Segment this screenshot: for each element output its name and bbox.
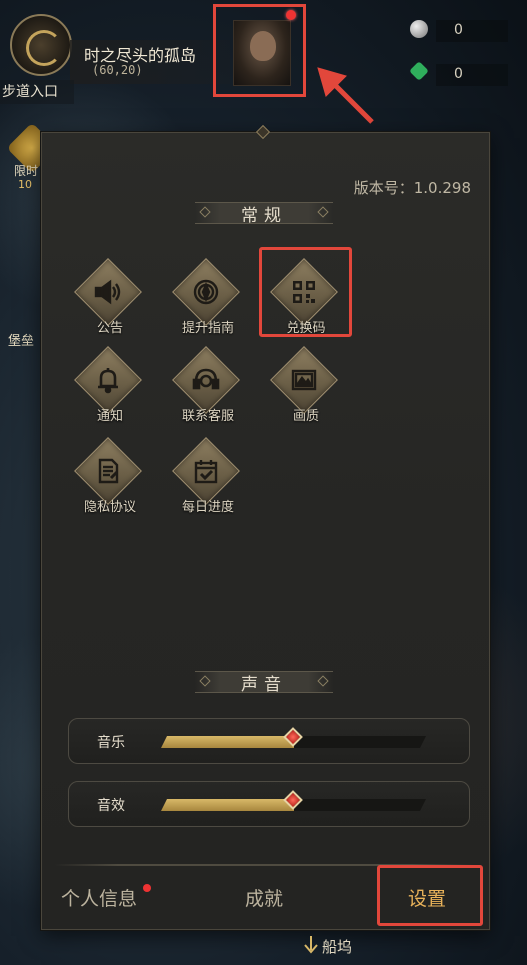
section-header-general: 常规: [195, 198, 333, 228]
compass-icon: [188, 274, 224, 310]
annotation-highlight-redeem: [259, 247, 352, 337]
tab-profile[interactable]: 个人信息: [61, 884, 137, 911]
sfx-slider-row: 音效: [68, 781, 470, 827]
profile-notification-dot: [143, 884, 151, 892]
sfx-slider-fill: [161, 799, 294, 811]
tab-achievements[interactable]: 成就: [245, 884, 283, 911]
announcement-label: 公告: [96, 321, 123, 336]
headset-icon: [188, 362, 224, 398]
annotation-highlight-settings: [377, 865, 483, 926]
guide-label: 提升指南: [181, 321, 234, 336]
guide-button[interactable]: 提升指南: [168, 258, 248, 342]
event-value: 10: [18, 178, 32, 191]
speaker-icon: [90, 274, 126, 310]
music-slider-fill: [161, 736, 294, 748]
daily-progress-label: 每日进度: [181, 500, 234, 515]
fort-label: 堡垒: [8, 334, 35, 349]
event-label: 限时: [14, 164, 39, 178]
section-title: 声音: [241, 675, 287, 695]
announcement-button[interactable]: 公告: [70, 258, 150, 342]
graphics-quality-button[interactable]: 画质: [266, 346, 346, 430]
daily-progress-button[interactable]: 每日进度: [168, 437, 248, 521]
image-icon: [286, 362, 322, 398]
document-icon: [90, 453, 126, 489]
notification-label: 通知: [96, 409, 123, 424]
graphics-quality-label: 画质: [292, 409, 319, 424]
sfx-label: 音效: [97, 798, 125, 814]
section-title: 常规: [241, 206, 287, 226]
privacy-policy-button[interactable]: 隐私协议: [70, 437, 150, 521]
music-slider-row: 音乐: [68, 718, 470, 764]
version-label: 版本号：1.0.298: [353, 179, 471, 197]
privacy-policy-label: 隐私协议: [83, 500, 136, 515]
bell-icon: [90, 362, 126, 398]
notification-button[interactable]: 通知: [70, 346, 150, 430]
section-header-sound: 声音: [195, 667, 333, 697]
dock-label[interactable]: 船坞: [322, 936, 352, 957]
customer-service-label: 联系客服: [181, 409, 234, 424]
anchor-down-icon: [304, 936, 318, 954]
calendar-check-icon: [188, 453, 224, 489]
customer-service-button[interactable]: 联系客服: [168, 346, 248, 430]
music-label: 音乐: [97, 735, 125, 751]
